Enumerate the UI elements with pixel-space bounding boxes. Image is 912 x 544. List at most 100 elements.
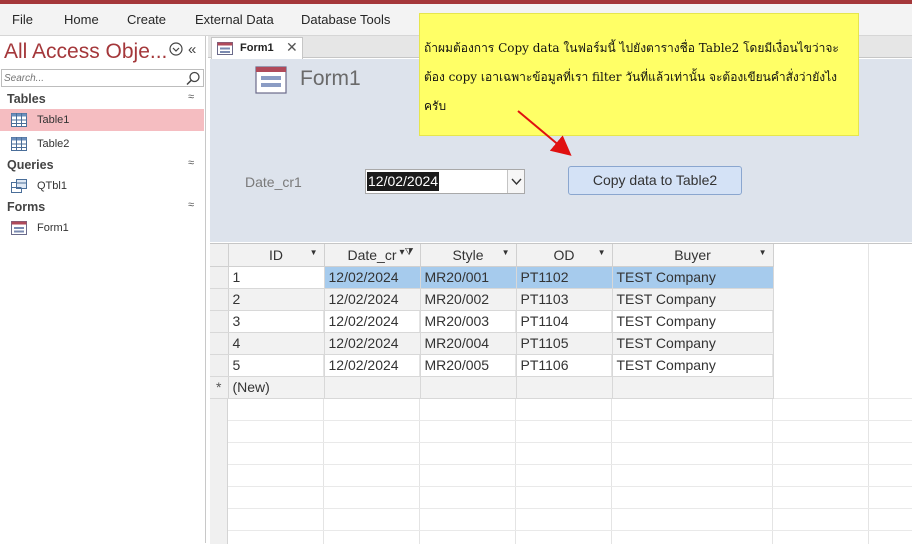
close-icon[interactable]: ✕ bbox=[286, 39, 298, 56]
dropdown-icon[interactable]: ▼ bbox=[598, 248, 606, 257]
cell-buyer[interactable]: TEST Company bbox=[612, 332, 774, 355]
nav-search-input[interactable] bbox=[4, 71, 184, 85]
cell-od[interactable]: PT1102 bbox=[516, 266, 613, 289]
nav-group-forms[interactable]: Forms ≈ bbox=[0, 197, 204, 217]
table-row[interactable]: 1 12/02/2024 MR20/001 PT1102 TEST Compan… bbox=[210, 266, 774, 289]
menu-create[interactable]: Create bbox=[127, 12, 166, 27]
empty-grid-area bbox=[228, 398, 912, 544]
form-icon bbox=[255, 66, 287, 94]
nav-item-qtbl1[interactable]: QTbl1 bbox=[0, 175, 204, 197]
dropdown-icon[interactable]: ▼ bbox=[502, 248, 510, 257]
nav-item-label: Table2 bbox=[37, 138, 70, 150]
cell-style[interactable]: MR20/004 bbox=[420, 332, 517, 355]
cell-id[interactable]: 5 bbox=[228, 354, 325, 377]
cell-id[interactable]: 1 bbox=[228, 266, 325, 289]
dropdown-icon[interactable]: ▼ bbox=[310, 248, 318, 257]
nav-dropdown-icon[interactable] bbox=[169, 42, 183, 59]
record-selector[interactable] bbox=[210, 310, 229, 333]
table-row[interactable]: 3 12/02/2024 MR20/003 PT1104 TEST Compan… bbox=[210, 310, 774, 333]
date-filter-combobox[interactable]: 12/02/2024 bbox=[365, 169, 525, 194]
search-icon[interactable] bbox=[185, 71, 201, 86]
cell-buyer[interactable]: TEST Company bbox=[612, 266, 774, 289]
column-header-od[interactable]: OD ▼ bbox=[516, 244, 613, 267]
filter-icon[interactable]: ▾⧩ bbox=[400, 247, 414, 258]
nav-group-tables[interactable]: Tables ≈ bbox=[0, 89, 204, 109]
navigation-pane: All Access Obje... « Tables ≈ Table1 Tab… bbox=[0, 36, 206, 543]
form-title: Form1 bbox=[300, 67, 361, 90]
form-icon bbox=[217, 42, 233, 55]
column-header-buyer[interactable]: Buyer ▼ bbox=[612, 244, 774, 267]
column-header-id[interactable]: ID ▼ bbox=[228, 244, 325, 267]
cell-date-cr[interactable] bbox=[324, 376, 421, 399]
record-selector[interactable] bbox=[210, 266, 229, 289]
cell-buyer[interactable]: TEST Company bbox=[612, 310, 774, 333]
new-record-row[interactable]: * (New) bbox=[210, 376, 774, 399]
cell-od[interactable]: PT1104 bbox=[516, 310, 613, 333]
header-row: ID ▼ Date_cr ▾⧩ Style ▼ OD ▼ Buyer ▼ bbox=[210, 244, 774, 267]
table-icon bbox=[11, 113, 27, 127]
table-row[interactable]: 2 12/02/2024 MR20/002 PT1103 TEST Compan… bbox=[210, 288, 774, 311]
nav-item-table2[interactable]: Table2 bbox=[0, 133, 204, 155]
datasheet: ID ▼ Date_cr ▾⧩ Style ▼ OD ▼ Buyer ▼ 1 12/02/… bbox=[210, 243, 912, 544]
dropdown-icon[interactable]: ▼ bbox=[759, 248, 767, 257]
group-label: Forms bbox=[7, 200, 46, 214]
record-selector[interactable] bbox=[210, 332, 229, 355]
nav-item-label: Table1 bbox=[37, 114, 70, 126]
cell-id[interactable]: 4 bbox=[228, 332, 325, 355]
cell-date-cr[interactable]: 12/02/2024 bbox=[324, 288, 421, 311]
nav-pane-title[interactable]: All Access Obje... bbox=[4, 40, 167, 64]
cell-date-cr[interactable]: 12/02/2024 bbox=[324, 354, 421, 377]
collapse-pane-icon[interactable]: « bbox=[188, 41, 196, 58]
nav-item-form1[interactable]: Form1 bbox=[0, 217, 204, 239]
collapse-icon[interactable]: ≈ bbox=[188, 199, 194, 211]
datasheet-table: ID ▼ Date_cr ▾⧩ Style ▼ OD ▼ Buyer ▼ 1 12/02/… bbox=[210, 244, 774, 399]
cell-buyer[interactable]: TEST Company bbox=[612, 288, 774, 311]
menu-external-data[interactable]: External Data bbox=[195, 12, 274, 27]
nav-group-queries[interactable]: Queries ≈ bbox=[0, 155, 204, 175]
cell-date-cr[interactable]: 12/02/2024 bbox=[324, 310, 421, 333]
cell-style[interactable]: MR20/001 bbox=[420, 266, 517, 289]
query-icon bbox=[11, 179, 27, 193]
column-header-label: ID bbox=[269, 246, 283, 263]
cell-date-cr[interactable]: 12/02/2024 bbox=[324, 332, 421, 355]
nav-item-label: Form1 bbox=[37, 222, 69, 234]
cell-od[interactable] bbox=[516, 376, 613, 399]
form-icon bbox=[11, 221, 27, 235]
cell-od[interactable]: PT1103 bbox=[516, 288, 613, 311]
cell-od[interactable]: PT1105 bbox=[516, 332, 613, 355]
cell-style[interactable]: MR20/005 bbox=[420, 354, 517, 377]
collapse-icon[interactable]: ≈ bbox=[188, 157, 194, 169]
menu-file[interactable]: File bbox=[12, 12, 33, 27]
cell-id[interactable]: 2 bbox=[228, 288, 325, 311]
copy-data-button[interactable]: Copy data to Table2 bbox=[568, 166, 742, 195]
table-row[interactable]: 4 12/02/2024 MR20/004 PT1105 TEST Compan… bbox=[210, 332, 774, 355]
tab-label: Form1 bbox=[240, 42, 274, 54]
nav-search-box bbox=[1, 69, 204, 87]
cell-buyer[interactable] bbox=[612, 376, 774, 399]
select-all-corner[interactable] bbox=[210, 244, 229, 267]
tab-form1[interactable]: Form1 ✕ bbox=[211, 37, 303, 59]
cell-style[interactable]: MR20/003 bbox=[420, 310, 517, 333]
table-row[interactable]: 5 12/02/2024 MR20/005 PT1106 TEST Compan… bbox=[210, 354, 774, 377]
cell-buyer[interactable]: TEST Company bbox=[612, 354, 774, 377]
note-text: ถ้าผมต้องการ Copy data ในฟอร์มนี้ ไปยังต… bbox=[424, 41, 839, 113]
column-header-date-cr[interactable]: Date_cr ▾⧩ bbox=[324, 244, 421, 267]
cell-od[interactable]: PT1106 bbox=[516, 354, 613, 377]
nav-item-table1[interactable]: Table1 bbox=[0, 109, 204, 131]
collapse-icon[interactable]: ≈ bbox=[188, 91, 194, 103]
menu-home[interactable]: Home bbox=[64, 12, 99, 27]
column-header-label: OD bbox=[553, 246, 575, 263]
new-record-label[interactable]: (New) bbox=[228, 376, 325, 399]
date-filter-value[interactable]: 12/02/2024 bbox=[367, 172, 440, 191]
cell-style[interactable]: MR20/002 bbox=[420, 288, 517, 311]
group-label: Tables bbox=[7, 92, 46, 106]
chevron-down-icon[interactable] bbox=[507, 170, 524, 193]
cell-style[interactable] bbox=[420, 376, 517, 399]
record-selector[interactable] bbox=[210, 288, 229, 311]
menu-database-tools[interactable]: Database Tools bbox=[301, 12, 390, 27]
column-header-label: Style bbox=[452, 246, 484, 263]
record-selector[interactable] bbox=[210, 354, 229, 377]
cell-date-cr[interactable]: 12/02/2024 bbox=[324, 266, 421, 289]
cell-id[interactable]: 3 bbox=[228, 310, 325, 333]
column-header-style[interactable]: Style ▼ bbox=[420, 244, 517, 267]
